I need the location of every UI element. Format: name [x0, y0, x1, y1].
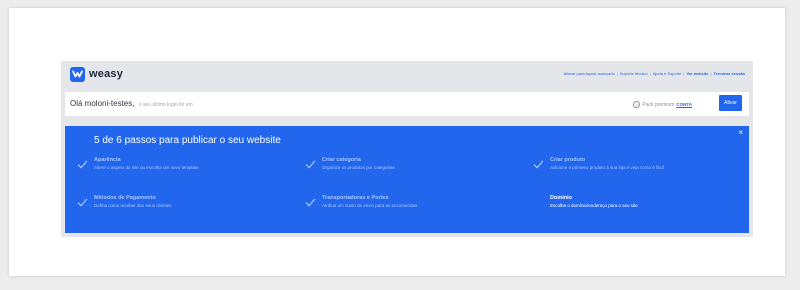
header-link-logout[interactable]: Terminar sessão [714, 71, 746, 76]
premium-label: Pack premium [642, 101, 675, 108]
greeting-text: Olá moloni-testes, [70, 99, 135, 108]
step-criar-categoria[interactable]: Criar categoria Organize os produtos por… [305, 157, 395, 170]
header-link-help[interactable]: Ajuda e Suporte [653, 71, 682, 76]
step-description: Adicione o primeiro produto à sua loja e… [550, 165, 665, 170]
weasy-logo-icon [70, 66, 85, 82]
step-aparencia[interactable]: Aparência Altere o aspeto do site ou esc… [77, 157, 199, 170]
header-link-advanced-layout[interactable]: Alterar para layout avançado [564, 71, 615, 76]
check-icon [77, 198, 88, 207]
step-title: Criar produto [550, 157, 586, 163]
step-title: Aparência [94, 157, 121, 163]
page-card: weasy Alterar para layout avançado | Supor… [9, 8, 785, 276]
step-title: Domínio [550, 195, 572, 201]
step-transportadoras[interactable]: Transportadoras e Portes Atribua um cust… [305, 195, 417, 208]
app-frame: weasy Alterar para layout avançado | Supor… [61, 61, 753, 237]
header-link-view-website[interactable]: Ver website [686, 71, 708, 76]
steps-panel-title: 5 de 6 passos para publicar o seu websit… [94, 135, 281, 146]
check-icon [305, 198, 316, 207]
step-criar-produto[interactable]: Criar produto Adicione o primeiro produt… [533, 157, 664, 170]
step-description: Organize os produtos por categorias [322, 165, 395, 170]
step-metodos-pagamento[interactable]: Métodos de Pagamento Defina como receber… [77, 195, 172, 208]
check-icon [305, 160, 316, 169]
header-link-tech-support[interactable]: Suporte técnico [620, 71, 648, 76]
welcome-bar: Olá moloni-testes, o seu último login fo… [65, 92, 749, 116]
premium-info: + Pack premium CONTA [633, 101, 692, 108]
step-title: Métodos de Pagamento [94, 195, 156, 201]
step-description: Defina como receber dos seus clientes [94, 203, 172, 208]
step-description: Escolha o domínio/endereço para o seu si… [550, 203, 638, 208]
brand-name: weasy [89, 68, 124, 80]
check-icon [77, 160, 88, 169]
step-description: Atribua um custo de envio para as encome… [322, 203, 418, 208]
step-description: Altere o aspeto do site ou escolha um no… [94, 165, 199, 170]
step-title: Transportadoras e Portes [322, 195, 389, 201]
step-dominio[interactable]: Domínio Escolha o domínio/endereço para … [550, 195, 638, 208]
step-title: Criar categoria [322, 157, 361, 163]
premium-account-link[interactable]: CONTA [676, 102, 692, 107]
steps-panel: 5 de 6 passos para publicar o seu websit… [65, 126, 749, 233]
check-icon [533, 160, 544, 169]
last-login-text: o seu último login foi em [138, 102, 193, 108]
plus-circle-icon: + [633, 101, 641, 108]
brand-logo[interactable]: weasy [70, 66, 123, 82]
activate-button[interactable]: Ativar [719, 95, 742, 111]
welcome-greeting: Olá moloni-testes, o seu último login fo… [70, 99, 193, 108]
header-links: Alterar para layout avançado | Suporte téc… [563, 71, 746, 76]
close-icon[interactable]: × [738, 129, 743, 137]
